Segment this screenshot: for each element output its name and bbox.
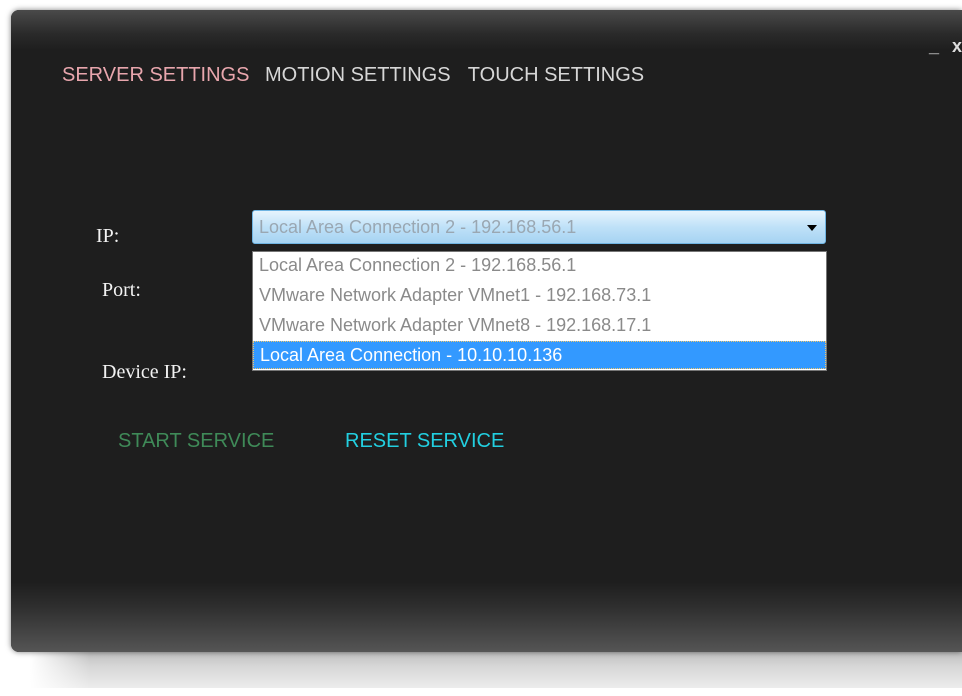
tab-server-settings[interactable]: SERVER SETTINGS: [62, 64, 249, 86]
tab-motion-settings[interactable]: MOTION SETTINGS: [265, 64, 451, 86]
port-label: Port:: [102, 279, 141, 301]
device-ip-label: Device IP:: [102, 361, 187, 383]
close-button[interactable]: x: [952, 36, 962, 56]
start-service-button[interactable]: START SERVICE: [118, 430, 274, 453]
chevron-down-icon[interactable]: [807, 225, 817, 231]
title-bar: [11, 10, 962, 50]
window-shadow: [30, 648, 962, 688]
window-controls: _ x: [921, 36, 962, 57]
ip-option[interactable]: Local Area Connection 2 - 192.168.56.1: [253, 252, 826, 280]
ip-select[interactable]: Local Area Connection 2 - 192.168.56.1: [252, 210, 826, 244]
settings-window: _ x SERVER SETTINGS MOTION SETTINGS TOUC…: [11, 10, 962, 652]
ip-select-value: Local Area Connection 2 - 192.168.56.1: [259, 217, 577, 237]
ip-option[interactable]: VMware Network Adapter VMnet1 - 192.168.…: [253, 282, 826, 310]
bottom-bar: [11, 582, 962, 652]
ip-option-highlighted[interactable]: Local Area Connection - 10.10.10.136: [253, 341, 826, 369]
minimize-button[interactable]: _: [929, 36, 939, 56]
reset-service-button[interactable]: RESET SERVICE: [345, 430, 504, 453]
backdrop: _ x SERVER SETTINGS MOTION SETTINGS TOUC…: [0, 0, 962, 696]
settings-nav: SERVER SETTINGS MOTION SETTINGS TOUCH SE…: [62, 64, 656, 87]
tab-touch-settings[interactable]: TOUCH SETTINGS: [468, 64, 644, 86]
ip-label: IP:: [96, 225, 120, 247]
ip-option[interactable]: VMware Network Adapter VMnet8 - 192.168.…: [253, 312, 826, 340]
ip-dropdown-list: Local Area Connection 2 - 192.168.56.1 V…: [252, 251, 827, 371]
